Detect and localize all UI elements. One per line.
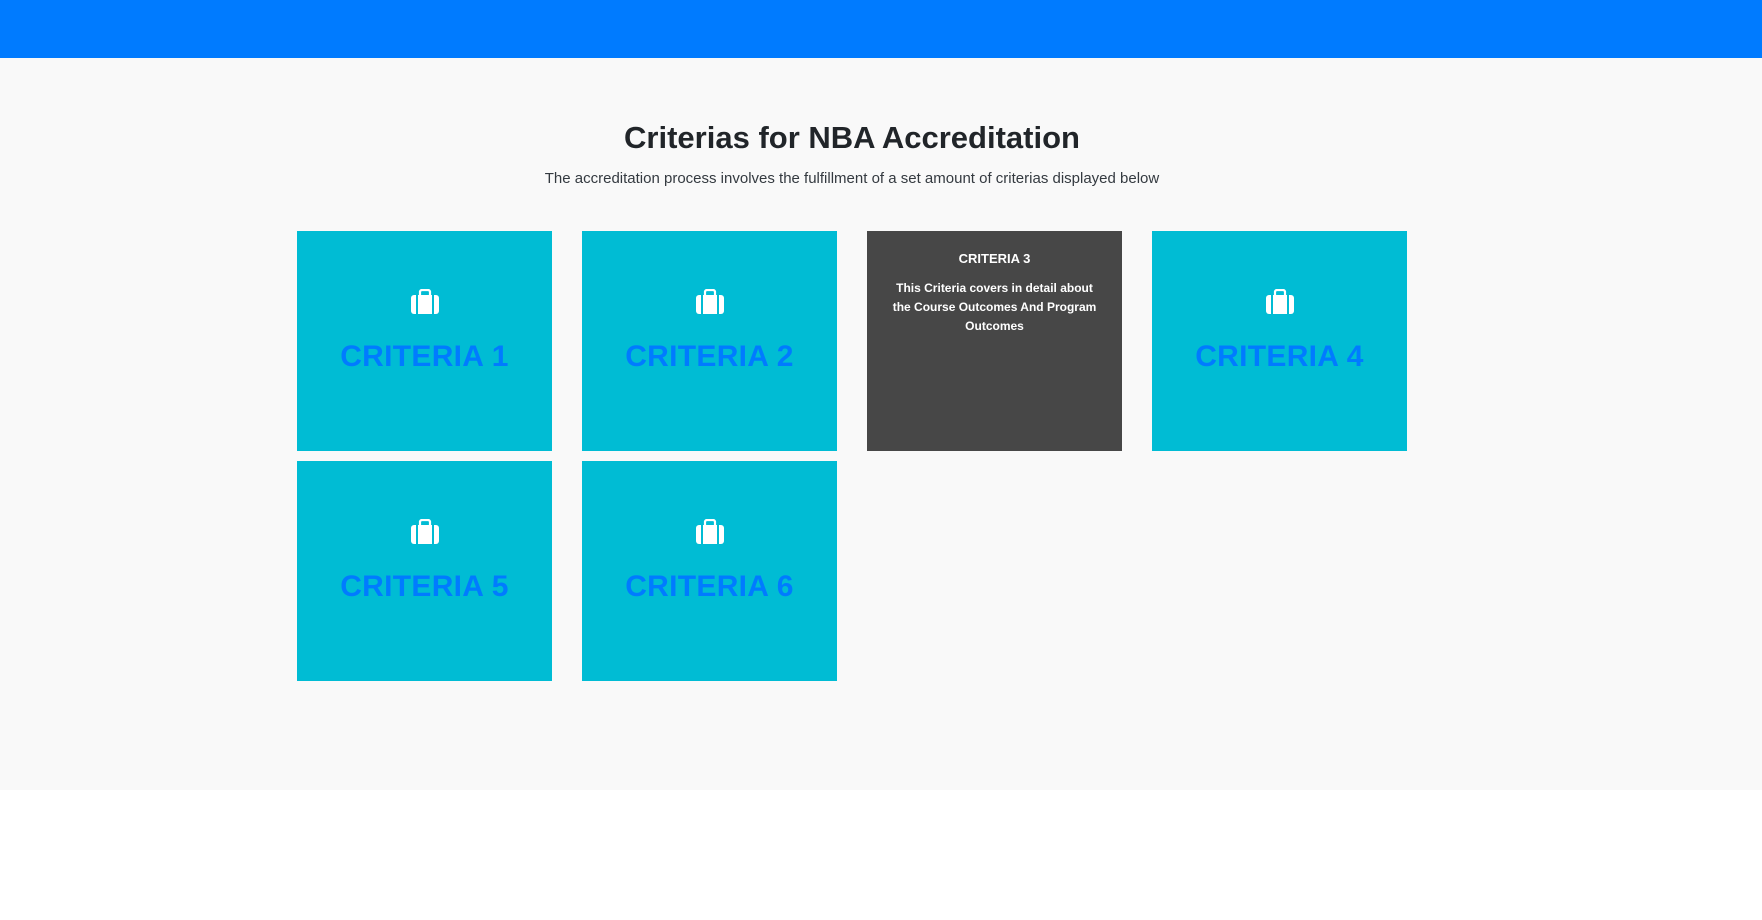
- briefcase-icon: [297, 518, 552, 550]
- criteria-card-5[interactable]: CRITERIA 5: [297, 461, 552, 681]
- page-title: Criterias for NBA Accreditation: [624, 120, 1080, 155]
- criteria-label: CRITERIA 1: [340, 340, 509, 373]
- criteria-label: CRITERIA 6: [625, 570, 794, 603]
- top-navbar: [0, 0, 1762, 58]
- criteria-card-3[interactable]: CRITERIA 3 This Criteria covers in detai…: [867, 231, 1122, 451]
- criteria-label: CRITERIA 2: [625, 340, 794, 373]
- criteria-description: This Criteria covers in detail about the…: [892, 281, 1097, 333]
- criteria-card-6[interactable]: CRITERIA 6: [582, 461, 837, 681]
- briefcase-icon: [297, 288, 552, 320]
- briefcase-icon: [582, 288, 837, 320]
- criteria-card-1[interactable]: CRITERIA 1: [297, 231, 552, 451]
- criteria-card-4[interactable]: CRITERIA 4: [1152, 231, 1407, 451]
- criteria-label: CRITERIA 4: [1195, 340, 1364, 373]
- page-subtitle: The accreditation process involves the f…: [544, 170, 1160, 187]
- briefcase-icon: [582, 518, 837, 550]
- criteria-card-2[interactable]: CRITERIA 2: [582, 231, 837, 451]
- criteria-label: CRITERIA 5: [340, 570, 509, 603]
- briefcase-icon: [1152, 288, 1407, 320]
- criteria-label: CRITERIA 3: [958, 251, 1031, 266]
